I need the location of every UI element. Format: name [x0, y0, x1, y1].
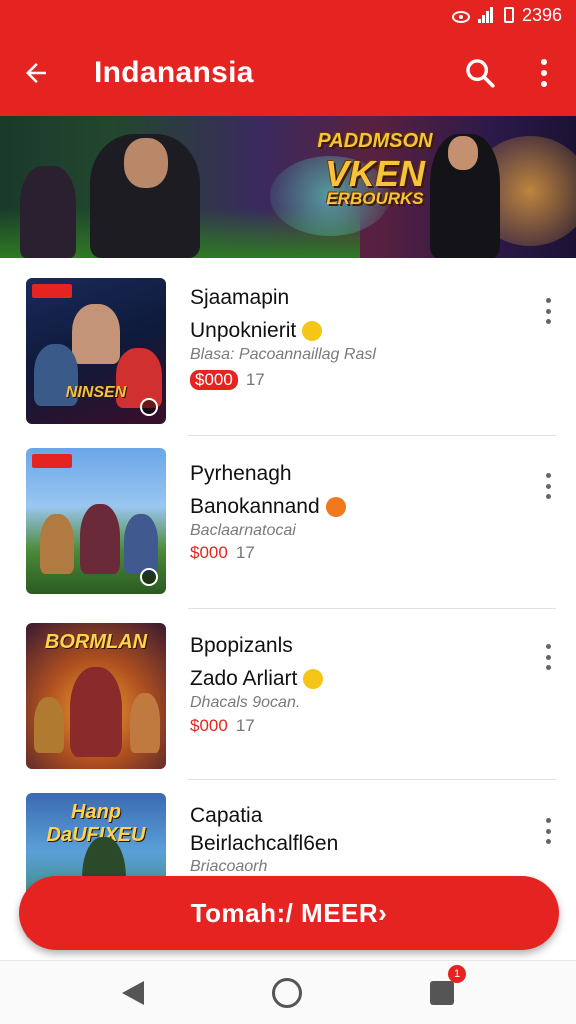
- status-bar: 2396: [0, 0, 576, 30]
- nav-home-icon[interactable]: [272, 978, 302, 1008]
- item-count: 17: [245, 370, 265, 389]
- item-subtitle: Beirlachcalfl6en: [190, 832, 339, 855]
- price-badge: $000: [190, 370, 238, 390]
- price: $000: [190, 716, 228, 735]
- arrow-left-icon: [26, 63, 46, 83]
- notification-badge: 1: [448, 965, 466, 983]
- item-description: Dhacals 9ocan.: [190, 694, 301, 711]
- thumbnail-badge: [32, 284, 72, 298]
- play-icon: [140, 568, 158, 586]
- thumbnail-title: NINSEN: [65, 384, 127, 401]
- item-more-button[interactable]: [536, 294, 560, 328]
- item-count: 17: [235, 716, 255, 735]
- item-more-button[interactable]: [536, 814, 560, 848]
- item-description: Blasa: Pacoannaillag Rasl: [190, 346, 376, 363]
- emoji-icon: [302, 321, 323, 341]
- app-bar: Indanansia: [0, 30, 576, 116]
- status-time: 2396: [521, 4, 562, 25]
- item-subtitle: Banokannand: [190, 495, 346, 519]
- item-title: Pyrhenagh: [190, 462, 292, 485]
- more-vertical-icon: [541, 59, 547, 87]
- item-meta: $000 17: [190, 543, 255, 563]
- list-item[interactable]: NINSEN Sjaamapin Unpoknierit Blasa: Paco…: [0, 262, 576, 436]
- item-description: Baclaarnatocai: [190, 522, 296, 539]
- back-button[interactable]: [0, 30, 72, 116]
- item-subtitle: Zado Arliart: [190, 667, 324, 691]
- list-item[interactable]: BORMLAN Bpopizanls Zado Arliart Dhacals …: [0, 606, 576, 780]
- banner-title-line1: PADDMSON: [317, 130, 433, 152]
- thumbnail-badge: [32, 454, 72, 468]
- banner-title-line2: VKEN: [324, 153, 426, 194]
- item-title: Capatia: [190, 804, 263, 827]
- item-title: Sjaamapin: [190, 286, 290, 309]
- item-description: Briacoaorh: [190, 858, 268, 875]
- item-meta: $000 17: [190, 716, 255, 736]
- signal-icon: [477, 7, 496, 23]
- nav-back-icon[interactable]: [122, 981, 144, 1005]
- item-meta: $000 17: [190, 370, 265, 390]
- eye-icon: [451, 7, 470, 23]
- banner-title-line3: ERBOURKS: [326, 189, 424, 208]
- more-options-button[interactable]: [512, 30, 576, 116]
- banner-character: [20, 166, 76, 258]
- game-thumbnail: NINSEN: [26, 278, 166, 424]
- price: $000: [190, 543, 228, 562]
- banner-character: [90, 134, 200, 258]
- thumbnail-title: BORMLAN: [44, 631, 148, 653]
- item-more-button[interactable]: [536, 640, 560, 674]
- load-more-button[interactable]: Tomah:/ MEER›: [19, 876, 559, 950]
- item-title: Bpopizanls: [190, 634, 293, 657]
- search-icon: [466, 59, 495, 88]
- game-thumbnail: BORMLAN: [26, 623, 166, 769]
- hero-banner[interactable]: [0, 116, 576, 258]
- search-button[interactable]: [448, 30, 512, 116]
- emoji-icon: [325, 497, 346, 517]
- play-icon: [140, 398, 158, 416]
- battery-icon: [503, 7, 514, 23]
- item-more-button[interactable]: [536, 469, 560, 503]
- item-count: 17: [235, 543, 255, 562]
- system-nav-bar: 1: [0, 960, 576, 1024]
- list-item[interactable]: Pyrhenagh Banokannand Baclaarnatocai $00…: [0, 435, 576, 609]
- emoji-icon: [303, 669, 324, 689]
- item-subtitle: Unpoknierit: [190, 319, 323, 343]
- nav-recent-apps-icon[interactable]: [430, 981, 454, 1005]
- page-title: Indanansia: [94, 56, 254, 89]
- game-thumbnail: [26, 448, 166, 594]
